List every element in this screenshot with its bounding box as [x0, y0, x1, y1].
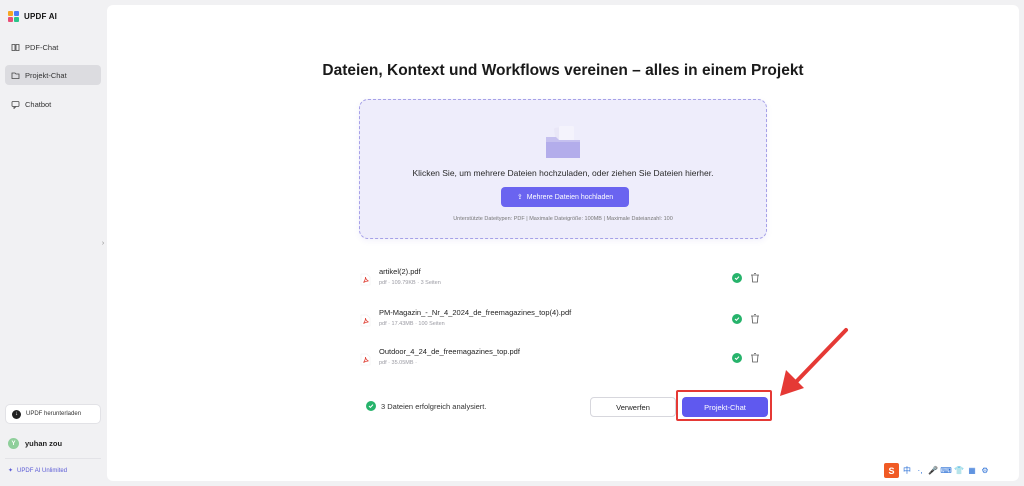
file-name: PM-Magazin_-_Nr_4_2024_de_freemagazines_… [379, 308, 572, 317]
upload-button-label: Mehrere Dateien hochladen [526, 193, 614, 201]
sidebar-collapse-chevron-icon[interactable]: › [99, 237, 107, 249]
sidebar: UPDF AI PDF-Chat Projekt-Chat Chatbot › … [0, 0, 107, 486]
status-text: 3 Dateien erfolgreich analysiert. [381, 401, 487, 411]
plan-label: UPDF AI Unlimited [17, 467, 68, 474]
chat-icon [11, 100, 20, 109]
file-meta: pdf · 109.79KB · 3 Seiten [379, 280, 441, 286]
file-meta: pdf · 17.43MB · 100 Seiten [379, 321, 445, 327]
ime-chinese-icon[interactable]: 中 [902, 466, 912, 476]
sparkle-icon: ✦ [8, 468, 14, 474]
pdf-file-icon [360, 273, 371, 286]
trash-icon[interactable] [750, 352, 760, 363]
apps-grid-icon[interactable]: ▦ [967, 466, 977, 476]
download-label: UPDF herunterladen [26, 411, 82, 417]
trash-icon[interactable] [750, 313, 760, 324]
skin-icon[interactable]: 👕 [954, 466, 964, 476]
file-item: PM-Magazin_-_Nr_4_2024_de_freemagazines_… [360, 306, 770, 334]
user-name: yuhan zou [25, 439, 63, 448]
updf-logo-icon [8, 11, 19, 22]
download-icon: ↓ [12, 409, 21, 419]
keyboard-icon[interactable]: ⌨ [940, 466, 952, 476]
success-check-icon [732, 353, 742, 363]
system-tray: S 中 ·, 🎤 ⌨ 👕 ▦ ⚙ [884, 463, 990, 478]
avatar: Y [8, 438, 19, 449]
sidebar-item-projekt-chat[interactable]: Projekt-Chat [5, 65, 101, 85]
pdf-file-icon [360, 353, 371, 366]
red-arrow-icon [780, 328, 848, 396]
app-name: UPDF AI [24, 12, 58, 21]
discard-button[interactable]: Verwerfen [590, 397, 676, 417]
file-item: Outdoor_4_24_de_freemagazines_top.pdf pd… [360, 345, 770, 373]
trash-icon[interactable] [750, 272, 760, 283]
upload-files-button[interactable]: ⇪ Mehrere Dateien hochladen [501, 187, 629, 207]
punctuation-icon[interactable]: ·, [915, 466, 925, 476]
microphone-icon[interactable]: 🎤 [928, 466, 938, 476]
plan-link[interactable]: ✦ UPDF AI Unlimited [8, 467, 68, 475]
page-title: Dateien, Kontext und Workflows vereinen … [322, 62, 804, 79]
pdf-file-icon [360, 314, 371, 327]
user-profile[interactable]: Y yuhan zou [8, 438, 62, 449]
analysis-status: 3 Dateien erfolgreich analysiert. [366, 401, 486, 411]
file-name: Outdoor_4_24_de_freemagazines_top.pdf [379, 347, 520, 356]
sidebar-divider [5, 458, 101, 459]
file-name: artikel(2).pdf [379, 267, 421, 276]
sidebar-item-chatbot[interactable]: Chatbot [5, 94, 101, 114]
file-meta: pdf · 35.05MB · [379, 360, 417, 366]
dropzone-instruction: Klicken Sie, um mehrere Dateien hochzula… [412, 168, 714, 178]
settings-icon[interactable]: ⚙ [980, 466, 990, 476]
success-check-icon [366, 401, 376, 411]
sidebar-item-label: Projekt-Chat [25, 70, 67, 80]
highlight-box [676, 390, 772, 421]
upload-icon: ⇪ [516, 194, 523, 201]
sogou-ime-icon[interactable]: S [884, 463, 899, 478]
sidebar-item-pdf-chat[interactable]: PDF-Chat [5, 37, 101, 57]
sidebar-item-label: Chatbot [25, 99, 52, 109]
main-panel: Dateien, Kontext und Workflows vereinen … [107, 5, 1019, 481]
folder-upload-icon [546, 126, 580, 158]
dropzone-info: Unterstützte Dateitypen: PDF | Maximale … [453, 216, 673, 222]
success-check-icon [732, 273, 742, 283]
brand: UPDF AI [8, 11, 57, 22]
download-updf-button[interactable]: ↓ UPDF herunterladen [5, 404, 101, 424]
file-dropzone[interactable]: Klicken Sie, um mehrere Dateien hochzula… [359, 99, 767, 239]
sidebar-item-label: PDF-Chat [25, 42, 59, 52]
success-check-icon [732, 314, 742, 324]
file-item: artikel(2).pdf pdf · 109.79KB · 3 Seiten [360, 265, 770, 293]
folder-icon [11, 71, 20, 80]
book-icon [11, 43, 20, 52]
